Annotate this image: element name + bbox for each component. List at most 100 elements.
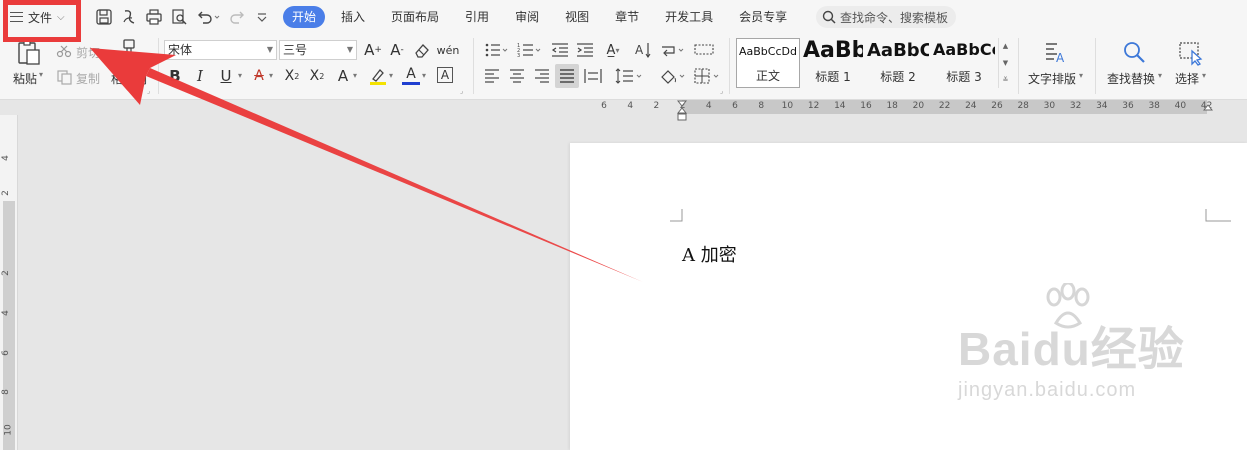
vertical-ruler: 4 2 2 4 6 8 10 (0, 115, 18, 450)
output-pdf-icon[interactable] (120, 8, 138, 26)
style-normal[interactable]: AaBbCcDd 正文 (736, 38, 800, 88)
ruler-tick-label: 8 (0, 389, 11, 395)
style-heading-2[interactable]: AaBbC 标题 2 (866, 38, 930, 88)
underline-dropdown-icon[interactable]: ▾ (238, 71, 242, 80)
tab-home[interactable]: 开始 (283, 6, 326, 28)
chevron-down-icon[interactable]: ▾ (1079, 71, 1083, 80)
align-center-icon[interactable] (509, 68, 525, 84)
phonetic-guide-icon[interactable]: wén (437, 39, 460, 61)
grow-font-icon[interactable]: A + (364, 40, 382, 60)
scroll-up-icon[interactable]: ▲ (1003, 42, 1008, 50)
text-effect-icon[interactable]: A (334, 66, 352, 86)
align-right-icon[interactable] (534, 68, 550, 84)
superscript-icon[interactable]: X2 (282, 66, 302, 86)
bullets-icon[interactable] (484, 42, 510, 58)
redo-icon[interactable] (228, 8, 246, 26)
text-direction-icon[interactable]: A (634, 42, 652, 58)
chevron-down-icon[interactable]: ▾ (1158, 71, 1162, 80)
document-body-text[interactable]: A 加密 (682, 241, 737, 267)
select-icon[interactable] (1178, 40, 1204, 66)
strikethrough-dropdown-icon[interactable]: ▾ (269, 71, 273, 80)
group-separator (473, 38, 474, 94)
decrease-indent-icon[interactable] (551, 42, 569, 58)
customize-toolbar-icon[interactable] (255, 8, 269, 26)
distributed-icon[interactable] (584, 68, 602, 84)
font-color-icon[interactable]: A (402, 65, 420, 85)
font-color-dropdown-icon[interactable]: ▾ (422, 71, 426, 80)
tab-insert[interactable]: 插入 (333, 6, 373, 28)
chevron-down-icon[interactable]: ▾ (1202, 71, 1206, 80)
tab-developer[interactable]: 开发工具 (657, 6, 721, 28)
more-styles-icon[interactable]: ≚ (1003, 76, 1009, 84)
numbering-icon[interactable]: 123 (517, 42, 543, 58)
copy-icon[interactable] (57, 70, 72, 85)
ruler-tick-label: 4 (0, 155, 11, 161)
font-launcher-icon[interactable]: ⌟ (460, 87, 463, 95)
ruler-tick-label: 26 (991, 101, 1003, 111)
shrink-font-icon[interactable]: A- (388, 40, 406, 60)
underline-icon[interactable]: U (215, 66, 237, 86)
font-size-select[interactable]: 三号 ▼ (279, 40, 357, 60)
print-preview-icon[interactable] (170, 8, 188, 26)
document-page[interactable]: A 加密 Baidu经验 jingyan.baidu.com (570, 143, 1247, 450)
borders-icon[interactable] (694, 68, 722, 84)
save-icon[interactable] (95, 8, 113, 26)
style-name: 标题 1 (815, 70, 851, 84)
cut-label[interactable]: 剪切 (76, 44, 100, 61)
paragraph-launcher-icon[interactable]: ⌟ (720, 87, 723, 95)
print-icon[interactable] (145, 8, 163, 26)
italic-icon[interactable]: I (191, 66, 209, 86)
command-search[interactable]: 查找命令、搜索模板 (816, 6, 956, 28)
sort-icon[interactable] (660, 42, 686, 58)
tab-review[interactable]: 审阅 (507, 6, 547, 28)
style-heading-3[interactable]: AaBbCc 标题 3 (932, 38, 996, 88)
increase-indent-icon[interactable] (576, 42, 594, 58)
line-spacing-icon[interactable] (615, 68, 645, 84)
show-marks-icon[interactable] (694, 42, 714, 58)
font-family-select[interactable]: 宋体 ▼ (164, 40, 277, 60)
ruler-margin-left (570, 100, 682, 114)
chinese-layout-icon[interactable]: A̲ ▾ (600, 40, 626, 60)
character-border-icon[interactable]: A (437, 67, 453, 83)
style-heading-1[interactable]: AaBb 标题 1 (802, 38, 864, 88)
text-layout-label[interactable]: 文字排版 (1028, 70, 1076, 87)
find-replace-icon[interactable] (1121, 40, 1147, 66)
highlight-icon[interactable] (368, 66, 388, 86)
align-left-icon[interactable] (484, 68, 500, 84)
tab-chapter[interactable]: 章节 (607, 6, 647, 28)
format-painter-label[interactable]: 格式刷 (111, 70, 147, 87)
right-indent-marker-icon[interactable] (1203, 104, 1213, 114)
tab-member[interactable]: 会员专享 (731, 6, 795, 28)
watermark-url-text: jingyan.baidu.com (958, 379, 1137, 401)
clipboard-launcher-icon[interactable]: ⌟ (147, 87, 150, 95)
bold-icon[interactable]: B (166, 66, 184, 86)
highlight-dropdown-icon[interactable]: ▾ (389, 71, 393, 80)
clear-format-icon[interactable] (413, 41, 431, 59)
command-search-label: 查找命令、搜索模板 (840, 10, 949, 25)
text-layout-icon[interactable]: A (1043, 40, 1069, 66)
text-effect-dropdown-icon[interactable]: ▾ (353, 71, 357, 80)
paste-icon[interactable] (14, 38, 42, 66)
ruler-tick-label: 36 (1122, 101, 1134, 111)
indent-marker-icon[interactable] (677, 100, 687, 122)
justify-button[interactable] (555, 64, 579, 88)
crop-mark-icon (670, 209, 683, 222)
paste-label[interactable]: 粘贴 (13, 70, 37, 87)
tab-view[interactable]: 视图 (557, 6, 597, 28)
tab-page-layout[interactable]: 页面布局 (383, 6, 447, 28)
scroll-down-icon[interactable]: ▼ (1003, 59, 1008, 67)
scissors-icon[interactable] (56, 44, 72, 58)
copy-label[interactable]: 复制 (76, 70, 100, 87)
subscript-icon[interactable]: X2 (307, 66, 327, 86)
strikethrough-icon[interactable]: A (250, 66, 268, 86)
select-label[interactable]: 选择 (1175, 70, 1199, 87)
format-painter-icon[interactable] (119, 38, 139, 66)
find-replace-label[interactable]: 查找替换 (1107, 70, 1155, 87)
undo-icon[interactable] (196, 8, 222, 26)
shading-icon[interactable] (660, 68, 688, 84)
paste-dropdown-icon[interactable]: ▾ (39, 70, 43, 79)
tab-references[interactable]: 引用 (457, 6, 497, 28)
file-menu-button[interactable]: 文件 ⌵ (10, 6, 65, 28)
watermark: Baidu经验 jingyan.baidu.com (958, 283, 1185, 402)
ruler-tick-label: 32 (1069, 101, 1082, 111)
